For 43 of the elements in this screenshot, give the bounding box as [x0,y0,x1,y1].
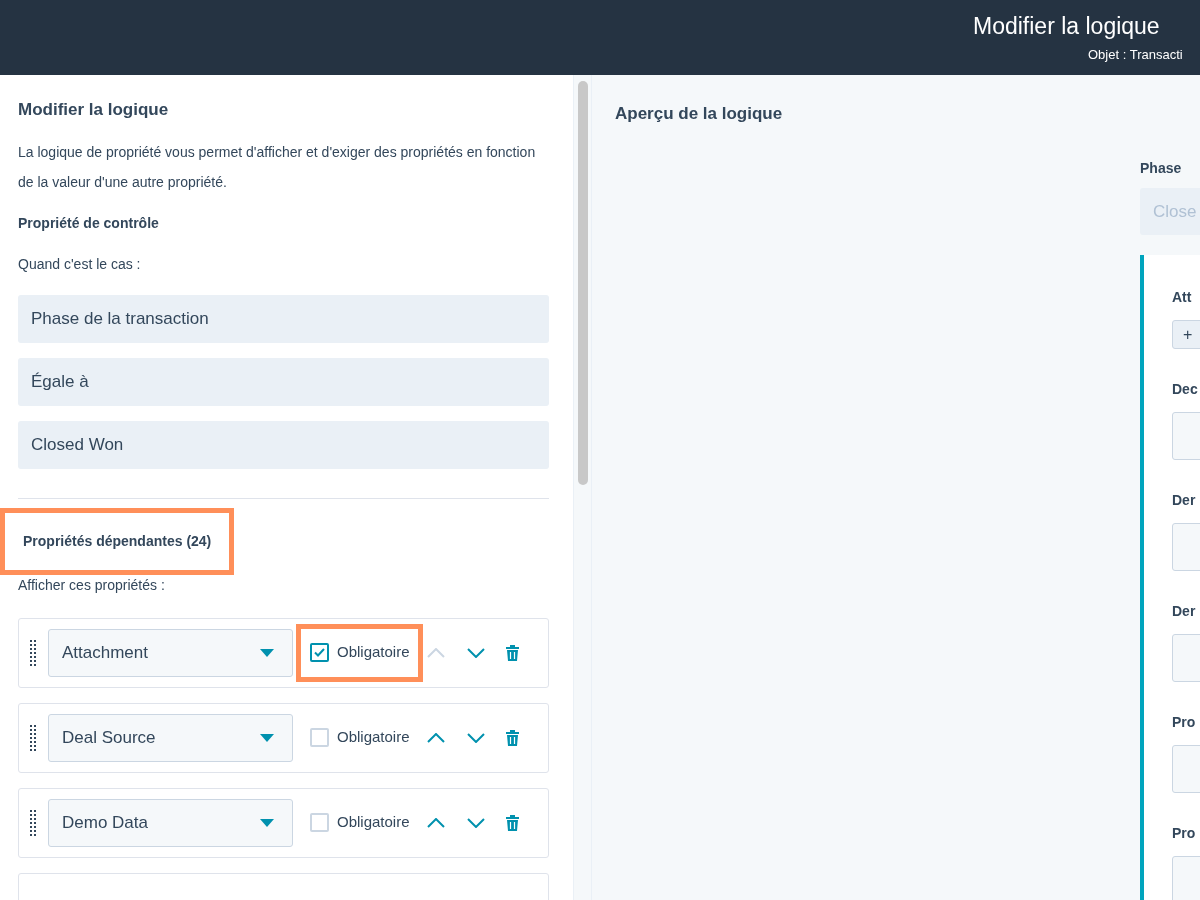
field-label: Pro [1172,824,1196,843]
caret-icon [260,818,274,827]
drag-handle-icon[interactable] [30,639,36,666]
select-field[interactable]: Égale à [18,357,549,406]
page-title: Modifier la logique [973,12,1160,41]
move-down-icon[interactable] [466,817,485,828]
field-label: Quand c'est le cas : [18,254,142,274]
property-select[interactable]: Attachment [48,628,293,677]
property-select[interactable]: Deal Source [48,713,293,762]
field-label: Afficher ces propriétés : [18,575,166,595]
field-label: Phase [1140,159,1182,178]
caret-icon [260,648,274,657]
caret-icon [260,733,274,742]
drag-handle-icon[interactable] [30,724,36,751]
description-text: La logique de propriété vous permet d'afficher et d'exiger des propriétés en fonction de la valeur d'une autre propriété. [18,142,537,192]
field-label: Der [1172,491,1196,510]
move-up-icon[interactable] [426,817,445,828]
field-label: Att [1172,288,1192,307]
select-field[interactable]: Phase de la transaction [18,294,549,343]
trash-icon[interactable] [505,644,519,661]
move-up-icon[interactable] [426,732,445,743]
scrollbar-track[interactable] [573,75,592,900]
check-icon [314,648,325,657]
section-heading: Propriété de contrôle [18,213,160,233]
field-label: Pro [1172,713,1196,732]
field-label: Dec [1172,380,1198,399]
select-field[interactable]: Closed Won [18,420,549,469]
move-down-icon[interactable] [466,647,485,658]
required-checkbox[interactable]: Obligatoire [296,793,423,852]
page-subtitle: Objet : Transacti [1088,46,1183,64]
property-select[interactable]: Demo Data [48,798,293,847]
add-button[interactable]: + [1172,320,1200,349]
trash-icon[interactable] [505,729,519,746]
preview-title: Aperçu de la logique [615,103,783,125]
required-checkbox[interactable]: Obligatoire [296,708,423,767]
move-down-icon[interactable] [466,732,485,743]
required-checkbox[interactable]: Obligatoire [296,623,423,682]
field-label: Der [1172,602,1196,621]
trash-icon[interactable] [505,814,519,831]
scrollbar-thumb[interactable] [578,81,588,485]
panel-title: Modifier la logique [18,99,170,121]
section-heading: Propriétés dépendantes (24) [0,507,235,575]
drag-handle-icon[interactable] [30,809,36,836]
